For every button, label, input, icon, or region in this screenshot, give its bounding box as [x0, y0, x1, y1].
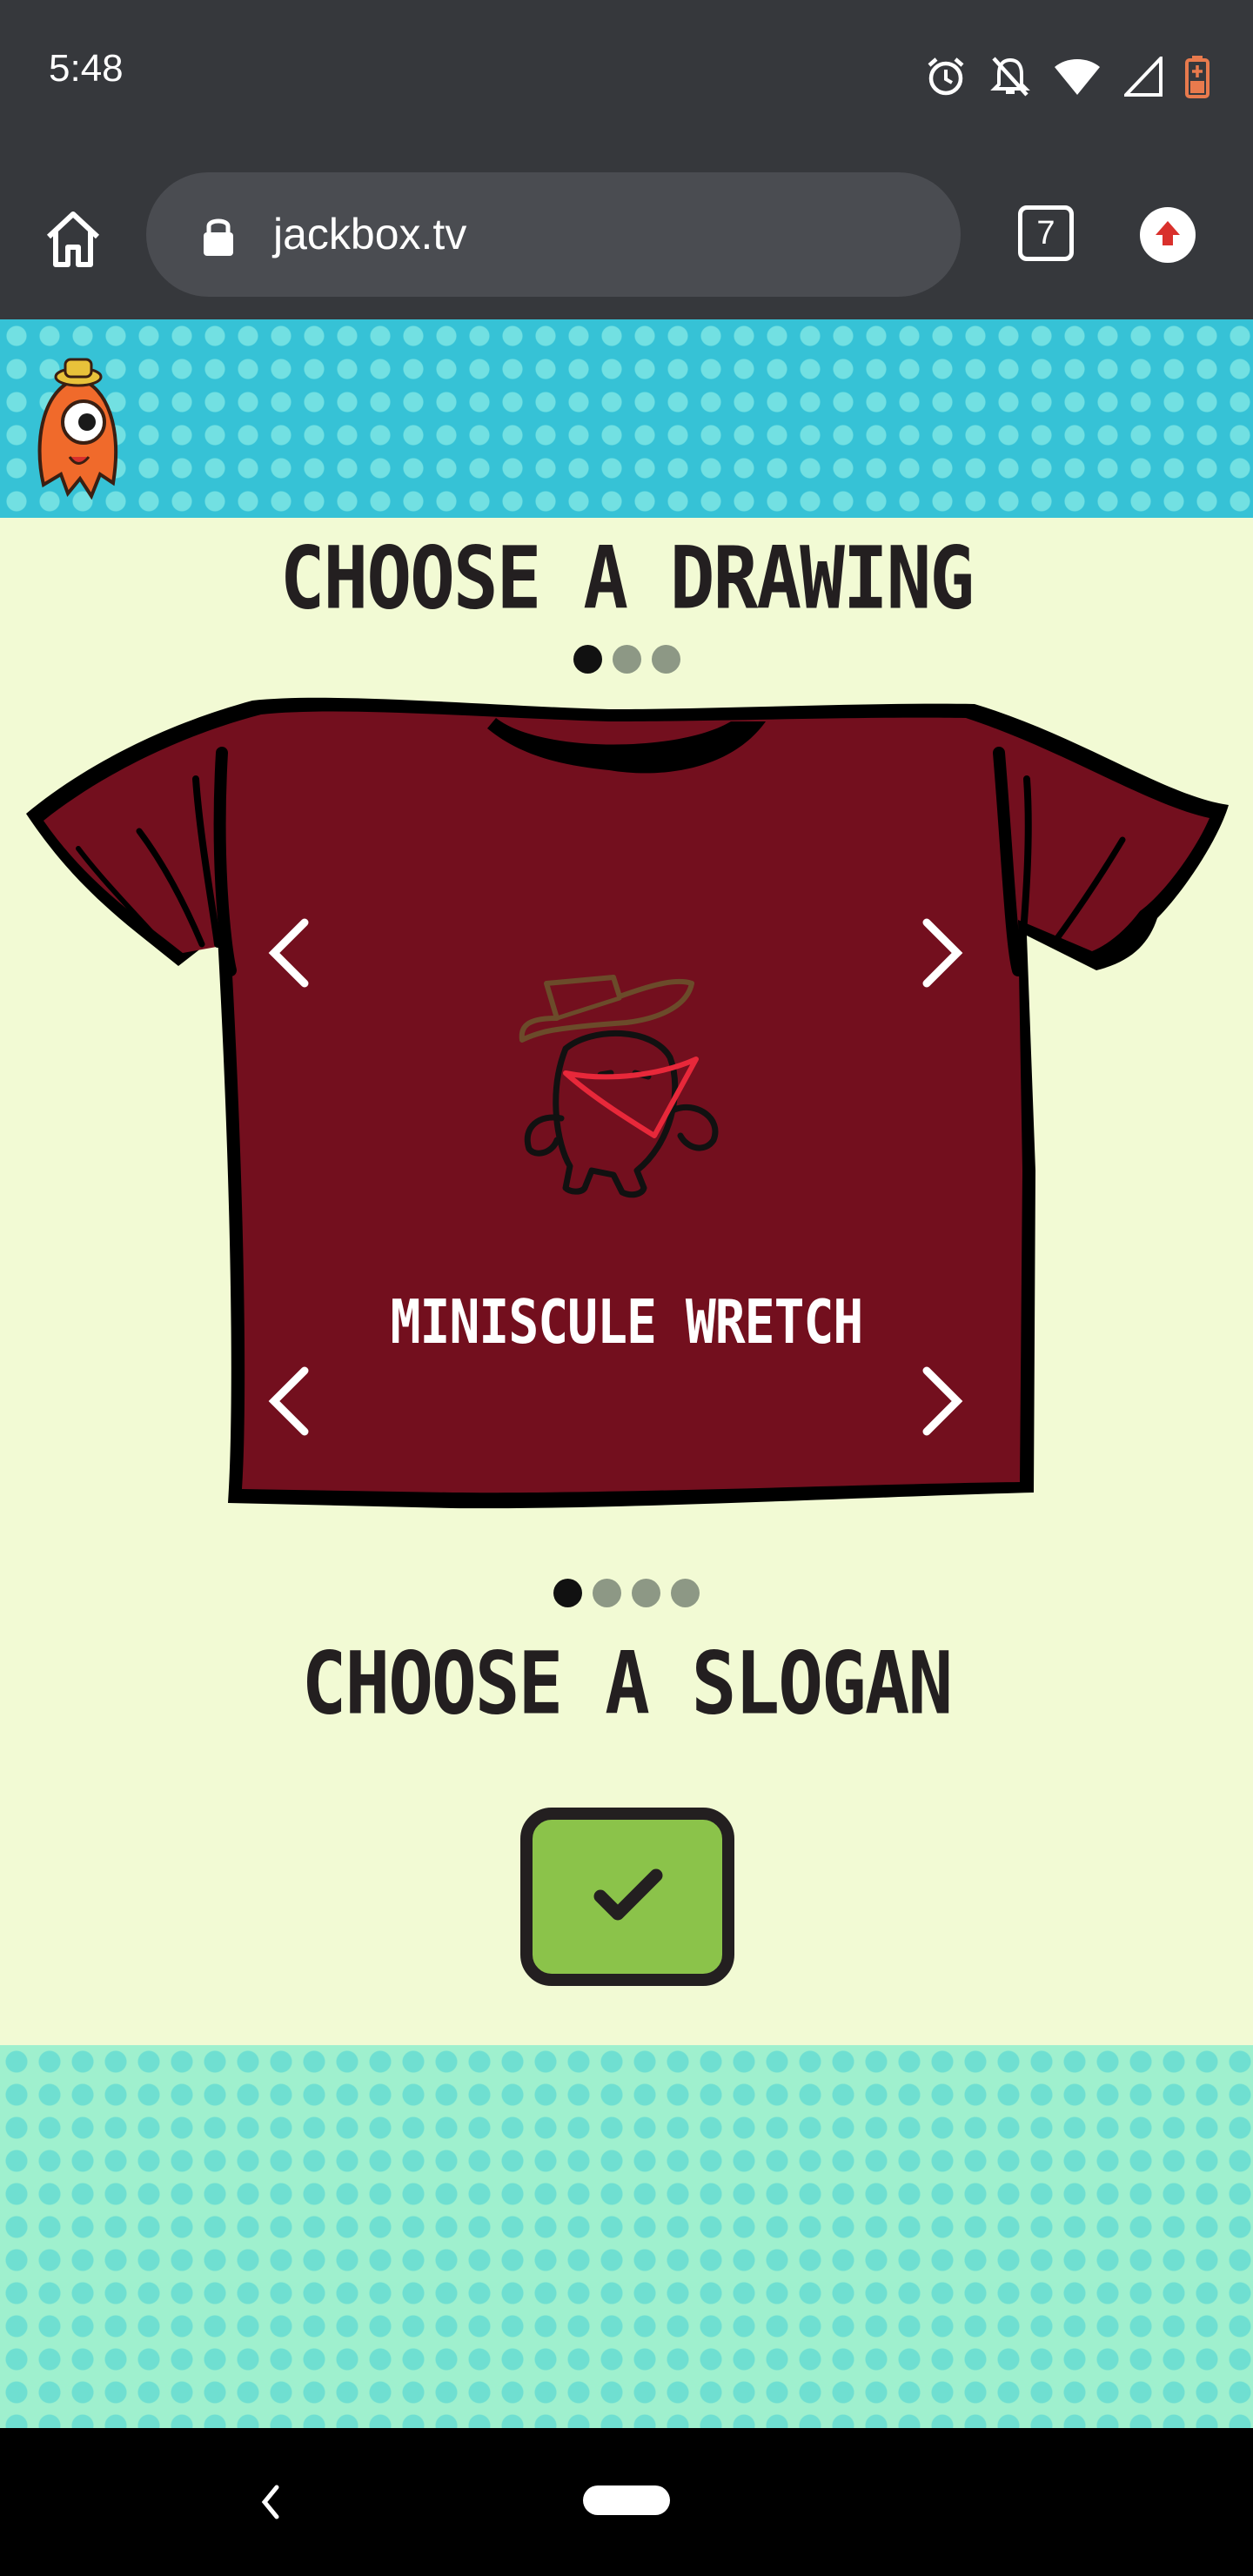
drawing-next-button[interactable] — [909, 909, 979, 996]
footer-pattern — [0, 2045, 1253, 2428]
drawing-page-dot[interactable] — [612, 645, 641, 674]
status-bar: 5:48 — [0, 0, 1253, 157]
battery-icon — [1185, 56, 1209, 98]
update-arrow-icon — [1156, 221, 1180, 245]
browser-toolbar: jackbox.tv 7 — [0, 157, 1253, 319]
choose-slogan-heading: CHOOSE A SLOGAN — [301, 1633, 954, 1734]
slogan-prev-button[interactable] — [252, 1358, 322, 1445]
slogan-page-dot[interactable] — [553, 1579, 582, 1607]
slogan-page-dot[interactable] — [632, 1579, 660, 1607]
chevron-right-icon — [922, 918, 963, 988]
system-nav-bar — [0, 2428, 1253, 2576]
jackbox-mascot-logo — [37, 358, 117, 500]
lock-icon — [204, 218, 233, 256]
status-time: 5:48 — [49, 47, 124, 90]
url-text: jackbox.tv — [273, 210, 467, 258]
back-icon[interactable] — [258, 2480, 284, 2524]
signal-icon — [1124, 57, 1163, 97]
update-button[interactable] — [1140, 207, 1196, 263]
chevron-left-icon — [268, 918, 309, 988]
browser-home-button[interactable] — [38, 204, 108, 273]
home-pill-button[interactable] — [583, 2485, 670, 2515]
check-icon — [593, 1868, 663, 1921]
slogan-text: MINISCULE WRETCH — [390, 1286, 864, 1358]
slogan-page-dot[interactable] — [593, 1579, 621, 1607]
slogan-page-indicator — [0, 1579, 1253, 1607]
status-icons — [924, 50, 1209, 103]
tab-switcher-button[interactable]: 7 — [1018, 205, 1074, 261]
notifications-off-icon — [990, 57, 1030, 97]
drawing-page-dot[interactable] — [573, 645, 602, 674]
drawing-page-dot[interactable] — [651, 645, 680, 674]
drawing-prev-button[interactable] — [252, 909, 322, 996]
confirm-button[interactable] — [520, 1808, 734, 1986]
chevron-right-icon — [922, 1366, 963, 1436]
game-content: CHOOSE A DRAWING MINISCULE WRETCH CHOOSE… — [0, 518, 1253, 2045]
slogan-page-dot[interactable] — [671, 1579, 700, 1607]
tshirt-preview — [26, 697, 1229, 1509]
address-bar[interactable]: jackbox.tv — [146, 172, 961, 297]
chevron-left-icon — [268, 1366, 309, 1436]
alarm-icon — [928, 57, 964, 96]
choose-drawing-heading: CHOOSE A DRAWING — [279, 528, 975, 629]
slogan-next-button[interactable] — [909, 1358, 979, 1445]
wifi-icon — [1055, 59, 1100, 95]
game-header — [0, 319, 1253, 518]
drawing-page-indicator — [0, 645, 1253, 674]
home-icon — [46, 211, 100, 267]
